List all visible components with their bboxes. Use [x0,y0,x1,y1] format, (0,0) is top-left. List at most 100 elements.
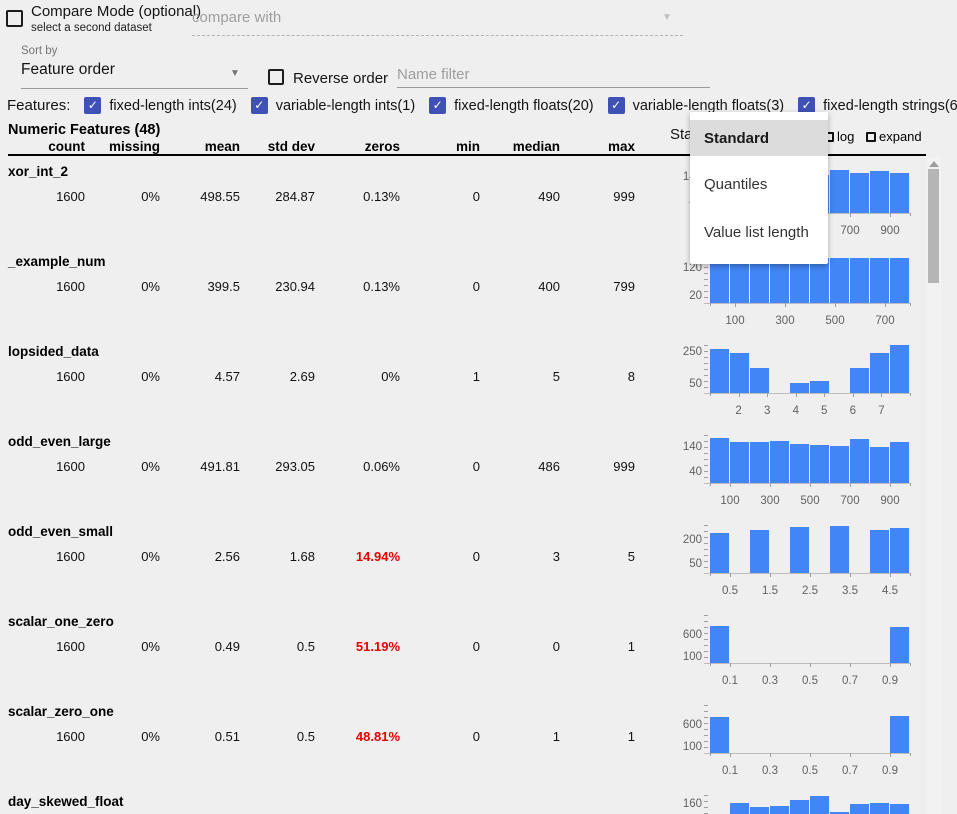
histogram-bar [770,441,789,483]
stat-median: 400 [480,279,560,294]
feature-type-filter: ✓variable-length ints(1) [251,97,415,114]
feature-row: scalar_one_zero 16000%0.490.551.19%001 6… [0,613,957,703]
feature-histogram: 14040100300500700900 [660,433,912,523]
histogram-bar [810,445,829,483]
histogram-plot [710,433,910,483]
feature-name: odd_even_large [8,434,111,449]
x-axis-edge-tick [710,303,711,306]
x-axis-label: 100 [710,495,750,507]
y-axis-label: 600 [660,719,702,731]
column-headers: countmissingmeanstd devzerosminmedianmax [0,139,635,154]
stat-count: 1600 [0,729,85,744]
histogram-bar [810,258,829,303]
stat-mean: 0.49 [160,639,240,654]
feature-type-checkbox[interactable]: ✓ [251,97,268,114]
stat-median: 490 [480,189,560,204]
stat-mean: 2.56 [160,549,240,564]
compare-mode-checkbox[interactable] [6,10,23,27]
reverse-order-checkbox[interactable] [268,69,284,85]
histogram-bar [730,442,749,483]
feature-type-checkbox[interactable]: ✓ [84,97,101,114]
histogram-bar [850,804,869,814]
stat-zeros: 0.13% [315,279,400,294]
menu-item-quantiles[interactable]: Quantiles [690,160,828,208]
column-header-count: count [0,139,85,154]
x-axis-tick [890,663,891,667]
stat-count: 1600 [0,189,85,204]
feature-stats: 16000%0.510.548.81%011 [0,729,635,744]
menu-item-value-list-length[interactable]: Value list length [690,208,828,256]
histogram-bar [870,447,889,483]
x-axis-label: 700 [830,225,870,237]
numeric-features-title: Numeric Features (48) [8,122,160,138]
y-axis-label: 20 [660,290,702,302]
feature-row: lopsided_data 16000%4.572.690%158 250502… [0,343,957,433]
menu-item-standard[interactable]: Standard [690,120,828,156]
feature-stats: 16000%491.81293.050.06%0486999 [0,459,635,474]
stat-missing: 0% [85,459,160,474]
x-axis-tick [850,483,851,487]
scrollbar-up-arrow-icon[interactable] [929,161,939,167]
compare-with-underline [192,35,683,36]
expand-checkbox[interactable] [866,132,876,142]
feature-type-filter: ✓ fixed-length ints(24) [84,97,236,114]
histogram-plot [710,613,910,663]
y-axis-ticks [704,615,708,663]
histogram-plot [710,703,910,753]
scrollbar-thumb[interactable] [928,169,939,283]
stat-zeros: 0% [315,369,400,384]
log-label: log [837,129,854,144]
feature-name: _example_num [8,254,106,269]
sort-by-select[interactable]: Feature order [21,61,115,79]
feature-histogram: 6001000.10.30.50.70.9 [660,613,912,703]
y-axis-label: 160 [660,798,702,810]
stat-min: 0 [400,459,480,474]
stat-min: 0 [400,189,480,204]
histogram-bar [710,533,729,573]
stat-max: 1 [560,639,635,654]
x-axis-tick [796,393,797,397]
x-axis-tick [730,663,731,667]
x-axis-tick [850,663,851,667]
x-axis-tick [810,573,811,577]
x-axis-tick [835,303,836,307]
feature-histogram: 200500.51.52.53.54.5 [660,523,912,613]
histogram-bar [710,258,729,303]
x-axis-label: 900 [870,225,910,237]
compare-with-select[interactable]: compare with [192,9,281,26]
histogram-bar [850,439,869,483]
histogram-bar [750,368,769,393]
histogram-bar [890,258,909,303]
stat-zeros: 48.81% [315,729,400,744]
x-axis-label: 1.5 [750,585,790,597]
column-header-max: max [560,139,635,154]
stat-max: 1 [560,729,635,744]
x-axis-edge-tick [910,663,911,666]
x-axis-label: 7 [861,405,901,417]
stat-missing: 0% [85,369,160,384]
histogram-bar [790,444,809,483]
x-axis-label: 700 [865,315,905,327]
histogram-bar [870,530,889,573]
y-axis-label: 600 [660,629,702,641]
feature-type-checkbox[interactable]: ✓ [608,97,625,114]
vertical-scrollbar[interactable] [927,157,941,814]
x-axis-tick [850,213,851,217]
expand-toggle[interactable]: expand [866,129,922,144]
x-axis-tick [850,753,851,757]
stat-count: 1600 [0,549,85,564]
name-filter-input[interactable] [397,64,710,88]
y-axis-label: 40 [660,466,702,478]
feature-name: xor_int_2 [8,164,68,179]
x-axis-label: 300 [750,495,790,507]
stat-min: 0 [400,279,480,294]
stat-missing: 0% [85,549,160,564]
log-toggle[interactable]: log [824,129,854,144]
histogram-bar [790,800,809,814]
histogram-bar [790,258,809,303]
feature-type-label: fixed-length ints(24) [109,98,236,114]
feature-type-checkbox[interactable]: ✓ [429,97,446,114]
y-axis-label: 120 [660,262,702,274]
x-axis-tick [770,663,771,667]
x-axis-tick [890,213,891,217]
